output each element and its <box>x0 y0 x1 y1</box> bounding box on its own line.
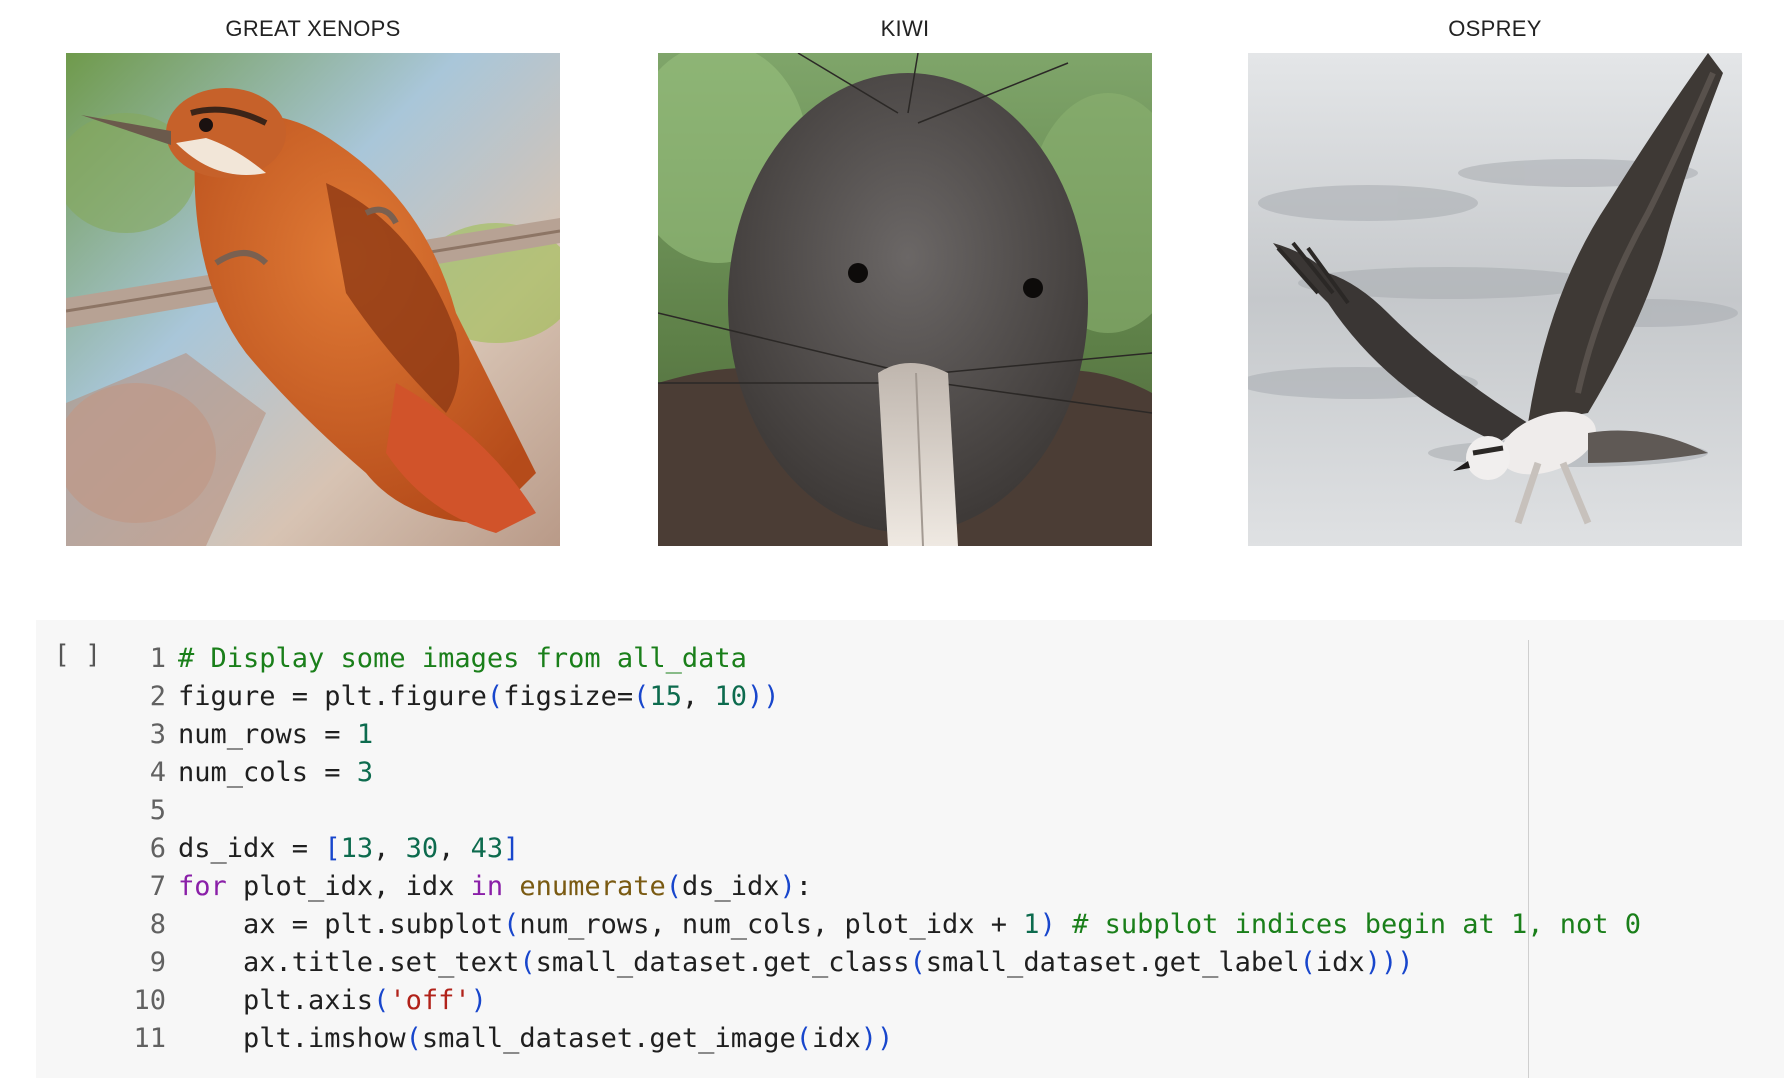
code-token: 15 <box>649 681 682 712</box>
line-code[interactable]: # Display some images from all_data <box>178 640 747 678</box>
line-number: 8 <box>149 909 166 940</box>
subplot-title: KIWI <box>880 16 930 41</box>
bird-image-osprey <box>1248 53 1742 546</box>
line-number: 2 <box>149 681 166 712</box>
code-line[interactable]: 3 num_rows = 1 <box>36 716 1784 754</box>
code-token: ( <box>1299 947 1316 978</box>
code-token: small_dataset.get_image <box>421 1023 796 1054</box>
code-token: ( <box>795 1023 812 1054</box>
line-code[interactable]: ax.title.set_text(small_dataset.get_clas… <box>178 944 1413 982</box>
line-number: 6 <box>149 833 166 864</box>
code-token: plt.axis <box>178 985 374 1016</box>
code-line[interactable]: 6 ds_idx = [13, 30, 43] <box>36 830 1784 868</box>
line-code[interactable]: for plot_idx, idx in enumerate(ds_idx): <box>178 868 812 906</box>
code-token: ( <box>909 947 926 978</box>
code-line[interactable]: 11 plt.imshow(small_dataset.get_image(id… <box>36 1020 1784 1058</box>
code-token: 1 <box>356 719 374 750</box>
code-token: ( <box>503 909 520 940</box>
code-token: ( <box>373 985 390 1016</box>
line-number: 5 <box>149 795 166 826</box>
code-token: ds_idx <box>681 871 780 902</box>
code-token: 30 <box>405 833 439 864</box>
code-token: figure = plt.figure <box>178 681 487 712</box>
code-token: )) <box>746 681 780 712</box>
code-token: , <box>373 833 406 864</box>
bird-image-kiwi <box>658 53 1152 546</box>
line-number: 10 <box>133 985 166 1016</box>
code-token: 3 <box>356 757 374 788</box>
code-line[interactable]: 7 for plot_idx, idx in enumerate(ds_idx): <box>36 868 1784 906</box>
code-token: ax = plt.subplot <box>178 909 504 940</box>
cell-output-area: GREAT XENOPS KIWI OSPREY <box>0 0 1784 600</box>
code-token: idx <box>1315 947 1365 978</box>
code-cell[interactable]: [ ] 1 # Display some images from all_data… <box>36 620 1784 1078</box>
code-line[interactable]: 4 num_cols = 3 <box>36 754 1784 792</box>
code-line[interactable]: 9 ax.title.set_text(small_dataset.get_cl… <box>36 944 1784 982</box>
line-code[interactable]: num_rows = 1 <box>178 716 373 754</box>
code-line[interactable]: 2 figure = plt.figure(figsize=(15, 10)) <box>36 678 1784 716</box>
code-token: ) <box>779 871 796 902</box>
code-token: # Display some images from all_data <box>178 643 747 674</box>
line-code[interactable]: ax = plt.subplot(num_rows, num_cols, plo… <box>178 906 1641 944</box>
line-number: 11 <box>133 1023 166 1054</box>
code-token: ))) <box>1364 947 1414 978</box>
line-code[interactable]: plt.axis('off') <box>178 982 487 1020</box>
bird-image-great-xenops <box>66 53 560 546</box>
code-token: ] <box>503 833 520 864</box>
code-token: ) <box>1039 909 1056 940</box>
subplot-title: OSPREY <box>1448 16 1542 41</box>
code-token: ( <box>405 1023 422 1054</box>
code-token: : <box>795 871 813 902</box>
code-line[interactable]: 5 <box>36 792 1784 830</box>
code-token: num_cols = <box>178 757 357 788</box>
code-token: # subplot indices begin at 1, not 0 <box>1072 909 1642 940</box>
code-token: 43 <box>470 833 504 864</box>
code-token: figsize= <box>503 681 634 712</box>
code-token: in <box>470 871 504 902</box>
code-token: 'off' <box>389 985 471 1016</box>
line-code[interactable]: ds_idx = [13, 30, 43] <box>178 830 519 868</box>
line-code[interactable]: figure = plt.figure(figsize=(15, 10)) <box>178 678 780 716</box>
code-token: ( <box>633 681 650 712</box>
code-editor[interactable]: 1 # Display some images from all_data 2 fig… <box>36 640 1784 1058</box>
code-token: )) <box>860 1023 894 1054</box>
code-token: ds_idx = <box>178 833 325 864</box>
code-token: enumerate <box>519 871 666 902</box>
line-number: 1 <box>149 643 166 674</box>
line-number: 4 <box>149 757 166 788</box>
code-token: num_rows, num_cols, plot_idx + <box>519 909 1024 940</box>
code-token: 10 <box>714 681 747 712</box>
line-number: 3 <box>149 719 166 750</box>
code-token: 1 <box>1023 909 1040 940</box>
code-token: idx <box>811 1023 861 1054</box>
subplot-title: GREAT XENOPS <box>225 16 401 41</box>
code-token: ( <box>519 947 536 978</box>
code-line[interactable]: 8 ax = plt.subplot(num_rows, num_cols, p… <box>36 906 1784 944</box>
code-token: , <box>438 833 471 864</box>
line-number: 7 <box>149 871 166 902</box>
code-line[interactable]: 1 # Display some images from all_data <box>36 640 1784 678</box>
line-code[interactable]: num_cols = 3 <box>178 754 373 792</box>
code-token: ax.title.set_text <box>178 947 520 978</box>
line-code[interactable]: plt.imshow(small_dataset.get_image(idx)) <box>178 1020 893 1058</box>
code-token: 13 <box>340 833 374 864</box>
code-token: for <box>178 871 227 902</box>
code-token: plt.imshow <box>178 1023 406 1054</box>
code-line[interactable]: 10 plt.axis('off') <box>36 982 1784 1020</box>
code-token: [ <box>324 833 341 864</box>
code-token: small_dataset.get_label <box>925 947 1300 978</box>
code-token: plot_idx, idx <box>226 871 471 902</box>
code-token: small_dataset.get_class <box>535 947 910 978</box>
line-number: 9 <box>149 947 166 978</box>
code-token: , <box>681 681 715 712</box>
code-token: ) <box>470 985 487 1016</box>
code-token: ( <box>486 681 504 712</box>
code-token: ( <box>665 871 682 902</box>
code-token: num_rows = <box>178 719 357 750</box>
